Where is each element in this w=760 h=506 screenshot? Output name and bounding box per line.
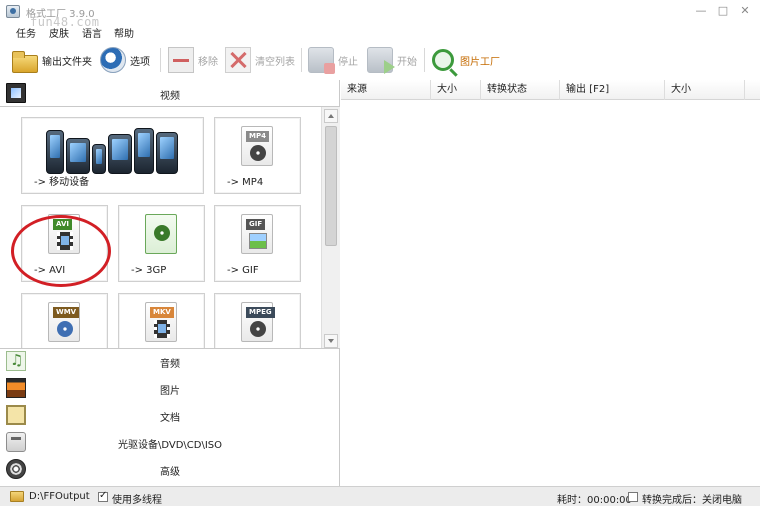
tile-wmv[interactable]: WMV bbox=[21, 293, 108, 348]
tile-label: -> GIF bbox=[227, 265, 259, 276]
multithread-label: 使用多线程 bbox=[112, 495, 162, 506]
category-video-label: 视频 bbox=[160, 91, 180, 102]
tile-gif[interactable]: GIF -> GIF bbox=[214, 205, 301, 282]
menu-bar: 任务 皮肤 语言 帮助 bbox=[0, 24, 760, 40]
options-button[interactable]: 选项 bbox=[100, 46, 150, 74]
clear-icon bbox=[225, 47, 251, 73]
folder-icon[interactable] bbox=[10, 491, 24, 502]
remove-label: 移除 bbox=[198, 56, 218, 68]
clear-list-button[interactable]: 清空列表 bbox=[225, 46, 295, 74]
status-bar: D:\FFOutput 使用多线程 耗时：00:00:00 转换完成后：关闭电脑 bbox=[0, 486, 760, 506]
title-bar: 格式工厂 3.9.0 fun48.com — □ ✕ bbox=[0, 0, 760, 29]
mobile-devices-icon bbox=[46, 124, 184, 174]
task-list[interactable]: 来源 大小 转换状态 输出 [F2] 大小 bbox=[341, 80, 760, 486]
elapsed-time: 耗时：00:00:00 bbox=[557, 495, 632, 506]
app-icon bbox=[6, 5, 20, 18]
remove-icon bbox=[168, 47, 194, 73]
category-image-label: 图片 bbox=[160, 386, 180, 397]
picture-factory-button[interactable]: 图片工厂 bbox=[430, 46, 500, 74]
tile-mp4[interactable]: MP4 -> MP4 bbox=[214, 117, 301, 194]
column-size[interactable]: 大小 bbox=[431, 80, 481, 100]
options-label: 选项 bbox=[130, 56, 150, 68]
menu-help[interactable]: 帮助 bbox=[114, 25, 134, 40]
mp4-file-icon: MP4 bbox=[241, 126, 273, 166]
tile-label: -> AVI bbox=[34, 265, 66, 276]
output-folder-button[interactable]: 输出文件夹 bbox=[12, 46, 92, 74]
category-advanced[interactable]: 高级 bbox=[0, 456, 340, 482]
tile-label: -> 移动设备 bbox=[34, 177, 90, 188]
output-folder-label: 输出文件夹 bbox=[42, 56, 92, 68]
toolbar-divider bbox=[160, 48, 161, 72]
menu-task[interactable]: 任务 bbox=[16, 25, 36, 40]
remove-button[interactable]: 移除 bbox=[168, 46, 218, 74]
toolbar-divider bbox=[301, 48, 302, 72]
avi-file-icon: AVI bbox=[48, 214, 80, 254]
picture-factory-label: 图片工厂 bbox=[460, 56, 500, 68]
start-icon bbox=[367, 47, 395, 74]
shutdown-checkbox[interactable] bbox=[628, 492, 638, 502]
scroll-up-arrow[interactable] bbox=[324, 109, 338, 123]
clear-list-label: 清空列表 bbox=[255, 56, 295, 68]
column-output[interactable]: 输出 [F2] bbox=[560, 80, 665, 100]
tile-label: -> 3GP bbox=[131, 265, 167, 276]
menu-language[interactable]: 语言 bbox=[82, 25, 102, 40]
scroll-thumb[interactable] bbox=[325, 126, 337, 246]
category-image[interactable]: 图片 bbox=[0, 375, 340, 401]
category-video[interactable]: 视频 bbox=[0, 80, 340, 106]
category-audio[interactable]: 音频 bbox=[0, 348, 340, 374]
options-icon bbox=[100, 47, 126, 73]
stop-button[interactable]: 停止 bbox=[308, 46, 358, 74]
3gp-file-icon bbox=[145, 214, 177, 254]
video-format-grid: -> 移动设备 MP4 -> MP4 AVI -> AVI -> 3GP GIF… bbox=[0, 106, 340, 349]
mpeg-file-icon: MPEG bbox=[241, 302, 275, 342]
category-disc[interactable]: 光驱设备\DVD\CD\ISO bbox=[0, 429, 340, 455]
category-advanced-label: 高级 bbox=[160, 467, 180, 478]
grid-scrollbar[interactable] bbox=[321, 107, 340, 348]
start-label: 开始 bbox=[397, 56, 417, 68]
format-panel: 视频 -> 移动设备 MP4 -> MP4 AVI -> AVI -> 3GP … bbox=[0, 80, 340, 486]
mkv-file-icon: MKV bbox=[145, 302, 177, 342]
close-button[interactable]: ✕ bbox=[738, 4, 752, 18]
tile-3gp[interactable]: -> 3GP bbox=[118, 205, 205, 282]
category-document[interactable]: 文档 bbox=[0, 402, 340, 428]
scroll-down-arrow[interactable] bbox=[324, 334, 338, 348]
tile-mobile-device[interactable]: -> 移动设备 bbox=[21, 117, 204, 194]
column-status[interactable]: 转换状态 bbox=[481, 80, 560, 100]
tile-mpeg[interactable]: MPEG bbox=[214, 293, 301, 348]
gif-file-icon: GIF bbox=[241, 214, 273, 254]
category-audio-label: 音频 bbox=[160, 359, 180, 370]
tile-label: -> MP4 bbox=[227, 177, 264, 188]
maximize-button[interactable]: □ bbox=[716, 4, 730, 18]
minimize-button[interactable]: — bbox=[694, 4, 708, 18]
magnifier-icon bbox=[432, 49, 454, 71]
wmv-file-icon: WMV bbox=[48, 302, 80, 342]
task-list-header: 来源 大小 转换状态 输出 [F2] 大小 bbox=[341, 80, 760, 100]
tile-avi[interactable]: AVI -> AVI bbox=[21, 205, 108, 282]
column-source[interactable]: 来源 bbox=[341, 80, 431, 100]
category-disc-label: 光驱设备\DVD\CD\ISO bbox=[117, 440, 223, 451]
column-output-size[interactable]: 大小 bbox=[665, 80, 745, 100]
tile-mkv[interactable]: MKV bbox=[118, 293, 205, 348]
output-path[interactable]: D:\FFOutput bbox=[29, 491, 90, 502]
stop-label: 停止 bbox=[338, 56, 358, 68]
menu-skin[interactable]: 皮肤 bbox=[49, 25, 69, 40]
stop-icon bbox=[308, 47, 335, 74]
toolbar-divider bbox=[424, 48, 425, 72]
toolbar: 输出文件夹 选项 移除 清空列表 停止 开始 图片工厂 bbox=[0, 42, 760, 78]
start-button[interactable]: 开始 bbox=[367, 46, 417, 74]
category-document-label: 文档 bbox=[160, 413, 180, 424]
shutdown-label: 转换完成后：关闭电脑 bbox=[642, 495, 742, 506]
folder-icon bbox=[12, 51, 38, 73]
multithread-checkbox[interactable] bbox=[98, 490, 108, 502]
